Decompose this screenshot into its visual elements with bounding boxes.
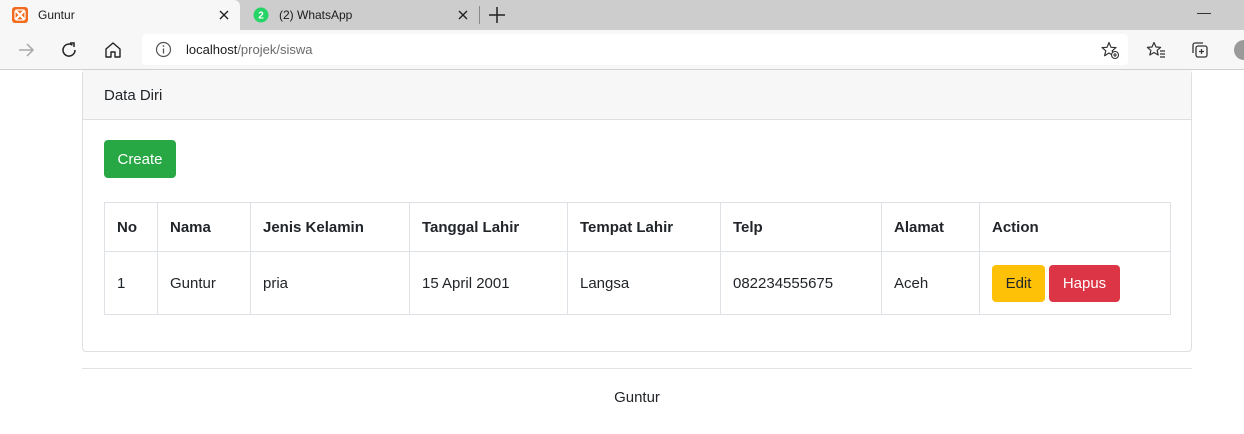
home-button[interactable] — [102, 39, 124, 61]
tab-divider — [479, 6, 480, 24]
column-header-tanggal-lahir: Tanggal Lahir — [409, 202, 568, 252]
close-icon[interactable] — [455, 7, 471, 23]
column-header-telp: Telp — [720, 202, 882, 252]
info-icon[interactable] — [155, 41, 172, 58]
table-row: 1 Guntur pria 15 April 2001 Langsa 08223… — [104, 251, 1171, 315]
profile-avatar[interactable] — [1234, 40, 1244, 60]
cell-jenis-kelamin: pria — [250, 251, 410, 315]
tab-whatsapp[interactable]: 2 (2) WhatsApp — [241, 0, 479, 30]
tab-guntur[interactable]: Guntur — [0, 0, 240, 30]
table-header-row: No Nama Jenis Kelamin Tanggal Lahir Temp… — [104, 202, 1171, 252]
add-favorite-icon[interactable] — [1100, 40, 1120, 60]
browser-toolbar: localhost/projek/siswa — [0, 30, 1244, 70]
new-tab-icon[interactable] — [487, 5, 507, 25]
collections-icon — [1192, 42, 1208, 58]
url-host: localhost — [186, 42, 238, 57]
close-icon[interactable] — [216, 7, 232, 23]
card-header: Data Diri — [83, 70, 1191, 120]
card-title: Data Diri — [104, 87, 163, 104]
cell-no: 1 — [104, 251, 158, 315]
column-header-no: No — [104, 202, 158, 252]
back-button[interactable] — [15, 39, 37, 61]
data-diri-card: Data Diri Create No Nama Jenis Kelamin T… — [82, 70, 1192, 352]
student-table: No Nama Jenis Kelamin Tanggal Lahir Temp… — [104, 202, 1171, 315]
url-text[interactable]: localhost/projek/siswa — [186, 42, 312, 57]
tab-title: (2) WhatsApp — [279, 8, 353, 22]
xampp-icon — [12, 7, 28, 23]
favorites-icon — [1146, 41, 1165, 58]
whatsapp-icon: 2 — [253, 7, 269, 23]
delete-button[interactable]: Hapus — [1049, 264, 1120, 302]
create-button[interactable]: Create — [104, 140, 176, 178]
address-bar[interactable]: localhost/projek/siswa — [142, 34, 1128, 65]
refresh-icon — [62, 42, 76, 57]
column-header-jenis-kelamin: Jenis Kelamin — [250, 202, 410, 252]
minimize-button[interactable] — [1197, 13, 1211, 14]
footer-text: Guntur — [614, 389, 660, 406]
edit-button[interactable]: Edit — [992, 264, 1045, 302]
cell-action: Edit Hapus — [979, 251, 1171, 315]
favorites-button[interactable] — [1145, 39, 1167, 61]
cell-alamat: Aceh — [881, 251, 980, 315]
cell-nama: Guntur — [157, 251, 251, 315]
column-header-alamat: Alamat — [881, 202, 980, 252]
collections-button[interactable] — [1189, 39, 1211, 61]
refresh-button[interactable] — [58, 39, 80, 61]
arrow-forward-icon — [19, 43, 35, 57]
footer-divider — [82, 368, 1192, 369]
column-header-nama: Nama — [157, 202, 251, 252]
url-path: /projek/siswa — [237, 42, 313, 57]
home-icon — [105, 42, 121, 58]
column-header-action: Action — [979, 202, 1171, 252]
tab-bar: Guntur 2 (2) WhatsApp — [0, 0, 1244, 30]
notification-badge: 2 — [258, 11, 264, 22]
cell-tempat-lahir: Langsa — [567, 251, 721, 315]
tab-title: Guntur — [38, 8, 75, 22]
cell-telp: 082234555675 — [720, 251, 882, 315]
cell-tanggal-lahir: 15 April 2001 — [409, 251, 568, 315]
column-header-tempat-lahir: Tempat Lahir — [567, 202, 721, 252]
